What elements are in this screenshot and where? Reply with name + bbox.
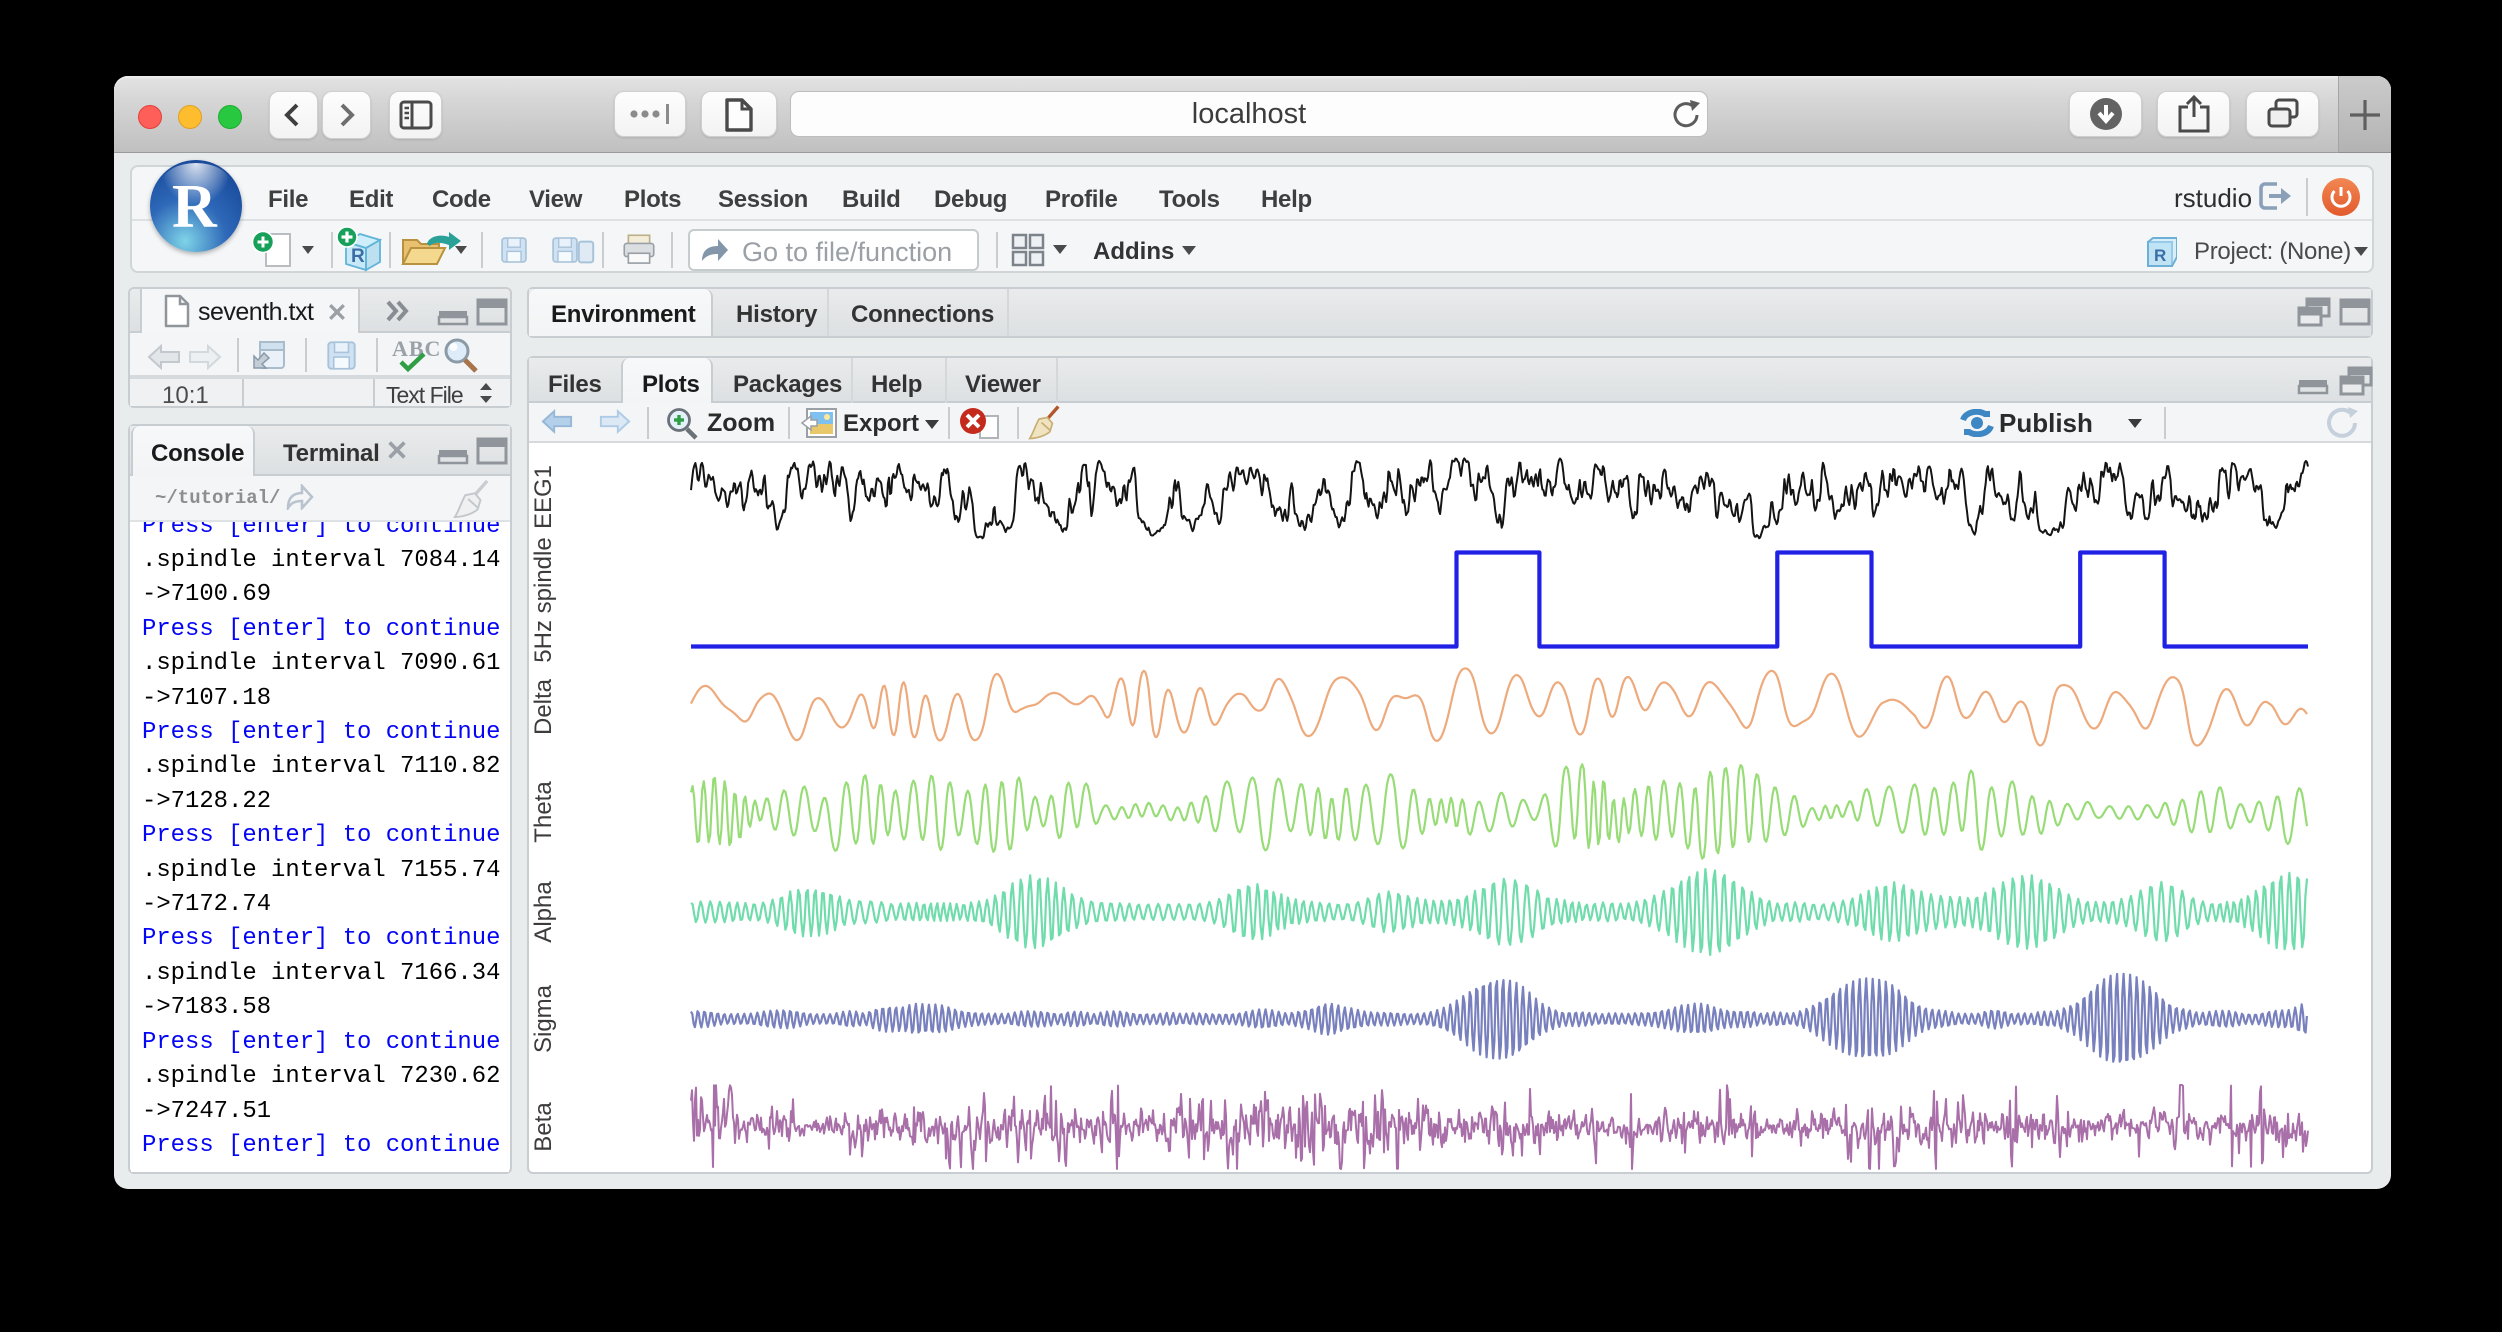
svg-text:R: R bbox=[2154, 246, 2166, 265]
svg-text:Delta: Delta bbox=[530, 678, 557, 735]
svg-text:Sigma: Sigma bbox=[530, 984, 557, 1053]
svg-text:R: R bbox=[351, 246, 365, 267]
svg-text:Alpha: Alpha bbox=[530, 881, 557, 943]
svg-text:EEG1: EEG1 bbox=[530, 465, 557, 529]
svg-text:Beta: Beta bbox=[530, 1102, 557, 1152]
svg-text:5Hz spindle: 5Hz spindle bbox=[530, 537, 557, 662]
svg-text:Theta: Theta bbox=[530, 781, 557, 843]
